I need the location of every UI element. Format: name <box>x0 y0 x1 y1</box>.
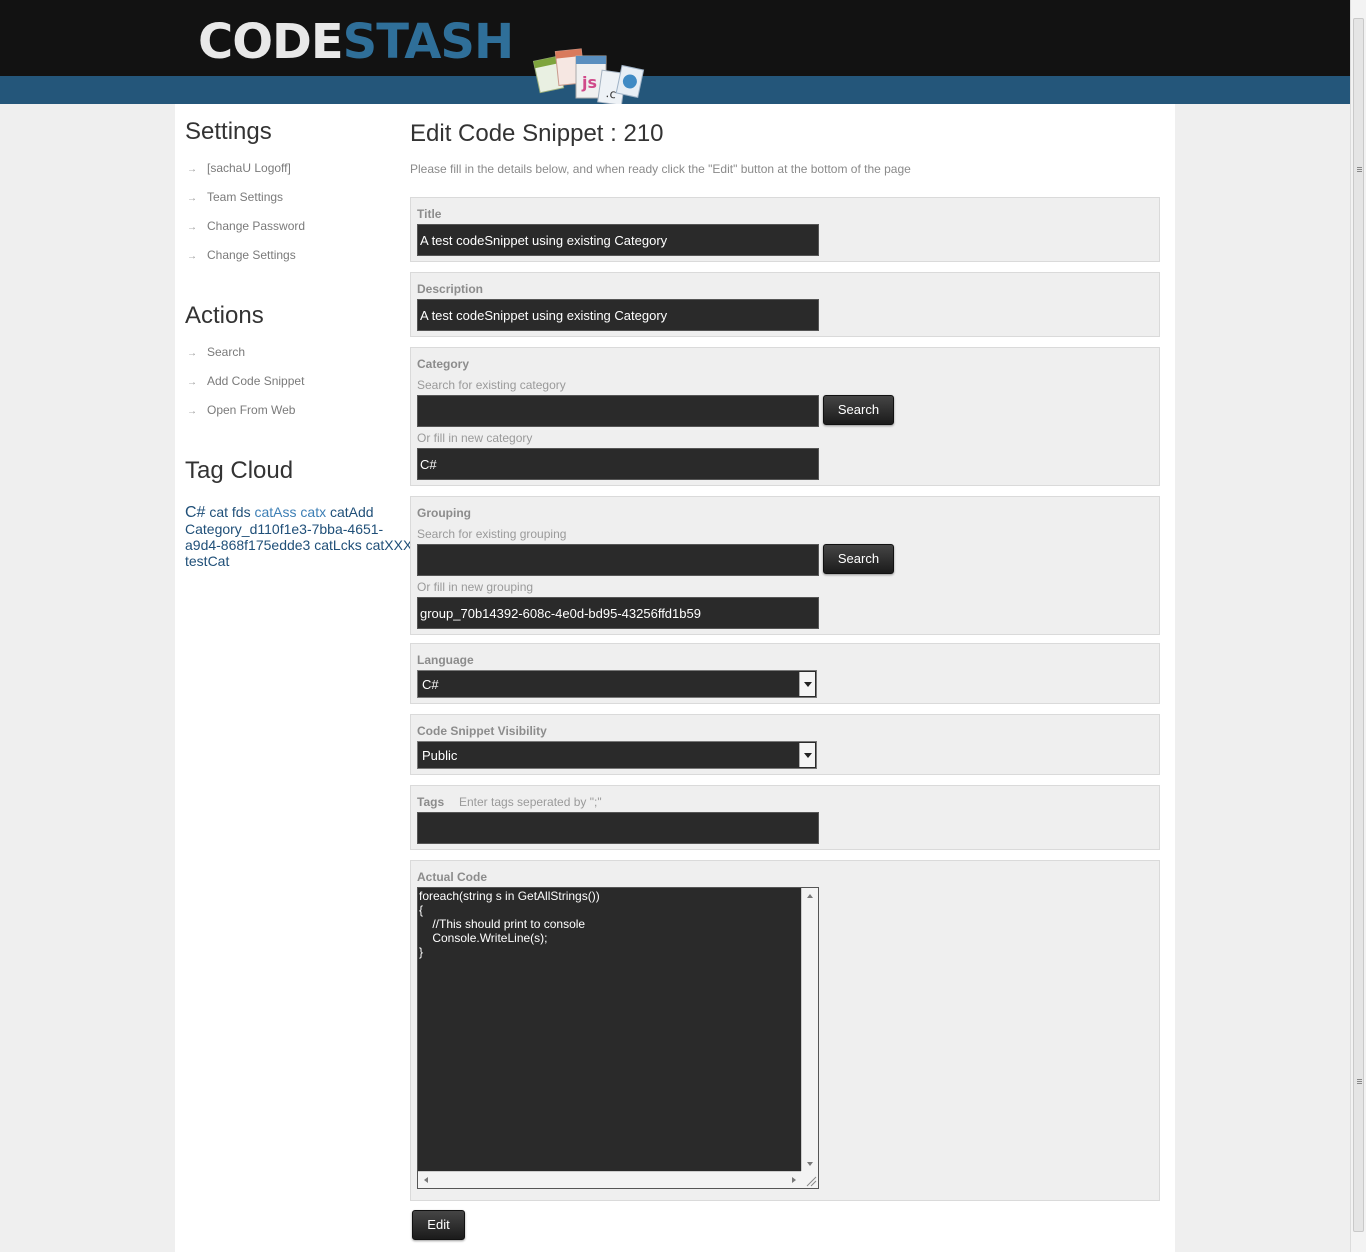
page-intro: Please fill in the details below, and wh… <box>410 162 911 176</box>
grouping-label: Grouping <box>417 506 471 520</box>
sidebar-item-search[interactable]: → Search <box>187 345 245 359</box>
scroll-left-icon[interactable] <box>424 1177 428 1183</box>
arrow-right-icon: → <box>187 222 197 233</box>
sidebar-item-label: Add Code Snippet <box>207 374 305 388</box>
tag-link[interactable]: testCat <box>185 553 229 569</box>
grouping-search-hint: Search for existing grouping <box>417 527 567 541</box>
visibility-panel: Code Snippet Visibility Public <box>410 714 1160 775</box>
visibility-selected-value: Public <box>422 748 458 763</box>
arrow-right-icon: → <box>187 164 197 175</box>
arrow-right-icon: → <box>187 193 197 204</box>
category-panel: Category Search for existing category Se… <box>410 347 1160 486</box>
grouping-search-button[interactable]: Search <box>823 544 894 574</box>
actions-heading: Actions <box>185 302 264 329</box>
page-gutter-left <box>0 104 175 1252</box>
svg-text:.c: .c <box>605 86 617 101</box>
title-input[interactable] <box>417 224 819 256</box>
scrollbar-grip <box>1357 1081 1362 1082</box>
sidebar-item-open-from-web[interactable]: → Open From Web <box>187 403 295 417</box>
actual-code-panel: Actual Code foreach(string s in GetAllSt… <box>410 860 1160 1201</box>
textarea-horizontal-scrollbar[interactable] <box>418 1171 802 1188</box>
sidebar-item-label: [sachaU Logoff] <box>207 161 291 175</box>
sidebar-item-change-settings[interactable]: → Change Settings <box>187 248 296 262</box>
edit-button[interactable]: Edit <box>412 1210 465 1240</box>
tags-hint: Enter tags seperated by ";" <box>459 795 602 809</box>
tag-link[interactable]: C# <box>185 504 205 521</box>
description-panel: Description <box>410 272 1160 337</box>
tag-link[interactable]: catAdd <box>330 504 374 520</box>
scroll-up-icon[interactable] <box>807 894 813 898</box>
title-label: Title <box>417 207 442 221</box>
tag-link[interactable]: catLcks <box>314 537 361 553</box>
category-search-input[interactable] <box>417 395 819 427</box>
scrollbar-grip <box>1357 1079 1362 1080</box>
sidebar-item-label: Search <box>207 345 246 359</box>
description-input[interactable] <box>417 299 819 331</box>
language-selected-value: C# <box>422 677 439 692</box>
language-label: Language <box>417 653 474 667</box>
tag-link[interactable]: fds <box>232 504 251 520</box>
description-label: Description <box>417 282 484 296</box>
actual-code-label: Actual Code <box>417 870 488 884</box>
sidebar-item-logoff[interactable]: → [sachaU Logoff] <box>187 161 291 175</box>
category-label: Category <box>417 357 470 371</box>
code-text[interactable]: foreach(string s in GetAllStrings()) { /… <box>418 888 802 1172</box>
grouping-search-input[interactable] <box>417 544 819 576</box>
tags-panel: Tags Enter tags seperated by ";" <box>410 785 1160 850</box>
grouping-new-input[interactable] <box>417 597 819 629</box>
tag-cloud: C# cat fds catAss catx catAdd Category_d… <box>185 504 415 569</box>
grouping-panel: Grouping Search for existing grouping Se… <box>410 496 1160 635</box>
tags-input[interactable] <box>417 812 819 844</box>
language-panel: Language C# <box>410 643 1160 704</box>
category-new-input[interactable] <box>417 448 819 480</box>
category-search-button[interactable]: Search <box>823 395 894 425</box>
scrollbar-thumb[interactable] <box>1353 18 1364 1232</box>
category-new-hint: Or fill in new category <box>417 431 533 445</box>
page-title: Edit Code Snippet : 210 <box>410 120 664 147</box>
scroll-right-icon[interactable] <box>792 1177 796 1183</box>
tag-link[interactable]: catXXX <box>366 537 413 553</box>
tag-link[interactable]: catAss <box>255 504 297 520</box>
sidebar-item-label: Open From Web <box>207 403 296 417</box>
chevron-down-icon[interactable] <box>799 743 815 767</box>
sidebar-item-label: Team Settings <box>207 190 284 204</box>
page-vertical-scrollbar[interactable] <box>1350 0 1366 1252</box>
textarea-vertical-scrollbar[interactable] <box>801 888 818 1172</box>
scrollbar-grip <box>1357 169 1362 170</box>
settings-heading: Settings <box>185 118 272 145</box>
codestash-logo[interactable]: CODESTASH <box>198 14 514 70</box>
tags-label: Tags <box>417 795 445 809</box>
tag-link[interactable]: cat <box>209 504 228 520</box>
arrow-right-icon: → <box>187 348 197 359</box>
resize-grip-shape <box>806 1176 817 1187</box>
sidebar-item-label: Change Settings <box>207 248 296 262</box>
svg-text:js: js <box>581 73 597 92</box>
arrow-right-icon: → <box>187 377 197 388</box>
sidebar-item-team-settings[interactable]: → Team Settings <box>187 190 283 204</box>
title-panel: Title <box>410 197 1160 262</box>
scrollbar-grip <box>1357 171 1362 172</box>
arrow-right-icon: → <box>187 251 197 262</box>
header-stripe <box>0 76 1350 104</box>
arrow-right-icon: → <box>187 406 197 417</box>
sidebar-item-label: Change Password <box>207 219 306 233</box>
category-search-hint: Search for existing category <box>417 378 566 392</box>
scrollbar-grip <box>1357 167 1362 168</box>
language-select[interactable]: C# <box>417 670 817 698</box>
resize-grip-icon[interactable] <box>801 1171 818 1188</box>
chevron-down-icon[interactable] <box>799 672 815 696</box>
page-gutter-right <box>1175 104 1350 1252</box>
grouping-new-hint: Or fill in new grouping <box>417 580 534 594</box>
tag-link[interactable]: catx <box>300 504 326 520</box>
sidebar-item-change-password[interactable]: → Change Password <box>187 219 305 233</box>
logo-code-text: CODE <box>198 14 344 70</box>
scroll-down-icon[interactable] <box>807 1162 813 1166</box>
logo-stash-text: STASH <box>342 14 514 70</box>
visibility-label: Code Snippet Visibility <box>417 724 547 738</box>
tag-cloud-heading: Tag Cloud <box>185 457 294 484</box>
code-textarea[interactable]: foreach(string s in GetAllStrings()) { /… <box>417 887 819 1189</box>
visibility-select[interactable]: Public <box>417 741 817 769</box>
sidebar-item-add-code-snippet[interactable]: → Add Code Snippet <box>187 374 304 388</box>
scrollbar-grip <box>1357 1083 1362 1084</box>
